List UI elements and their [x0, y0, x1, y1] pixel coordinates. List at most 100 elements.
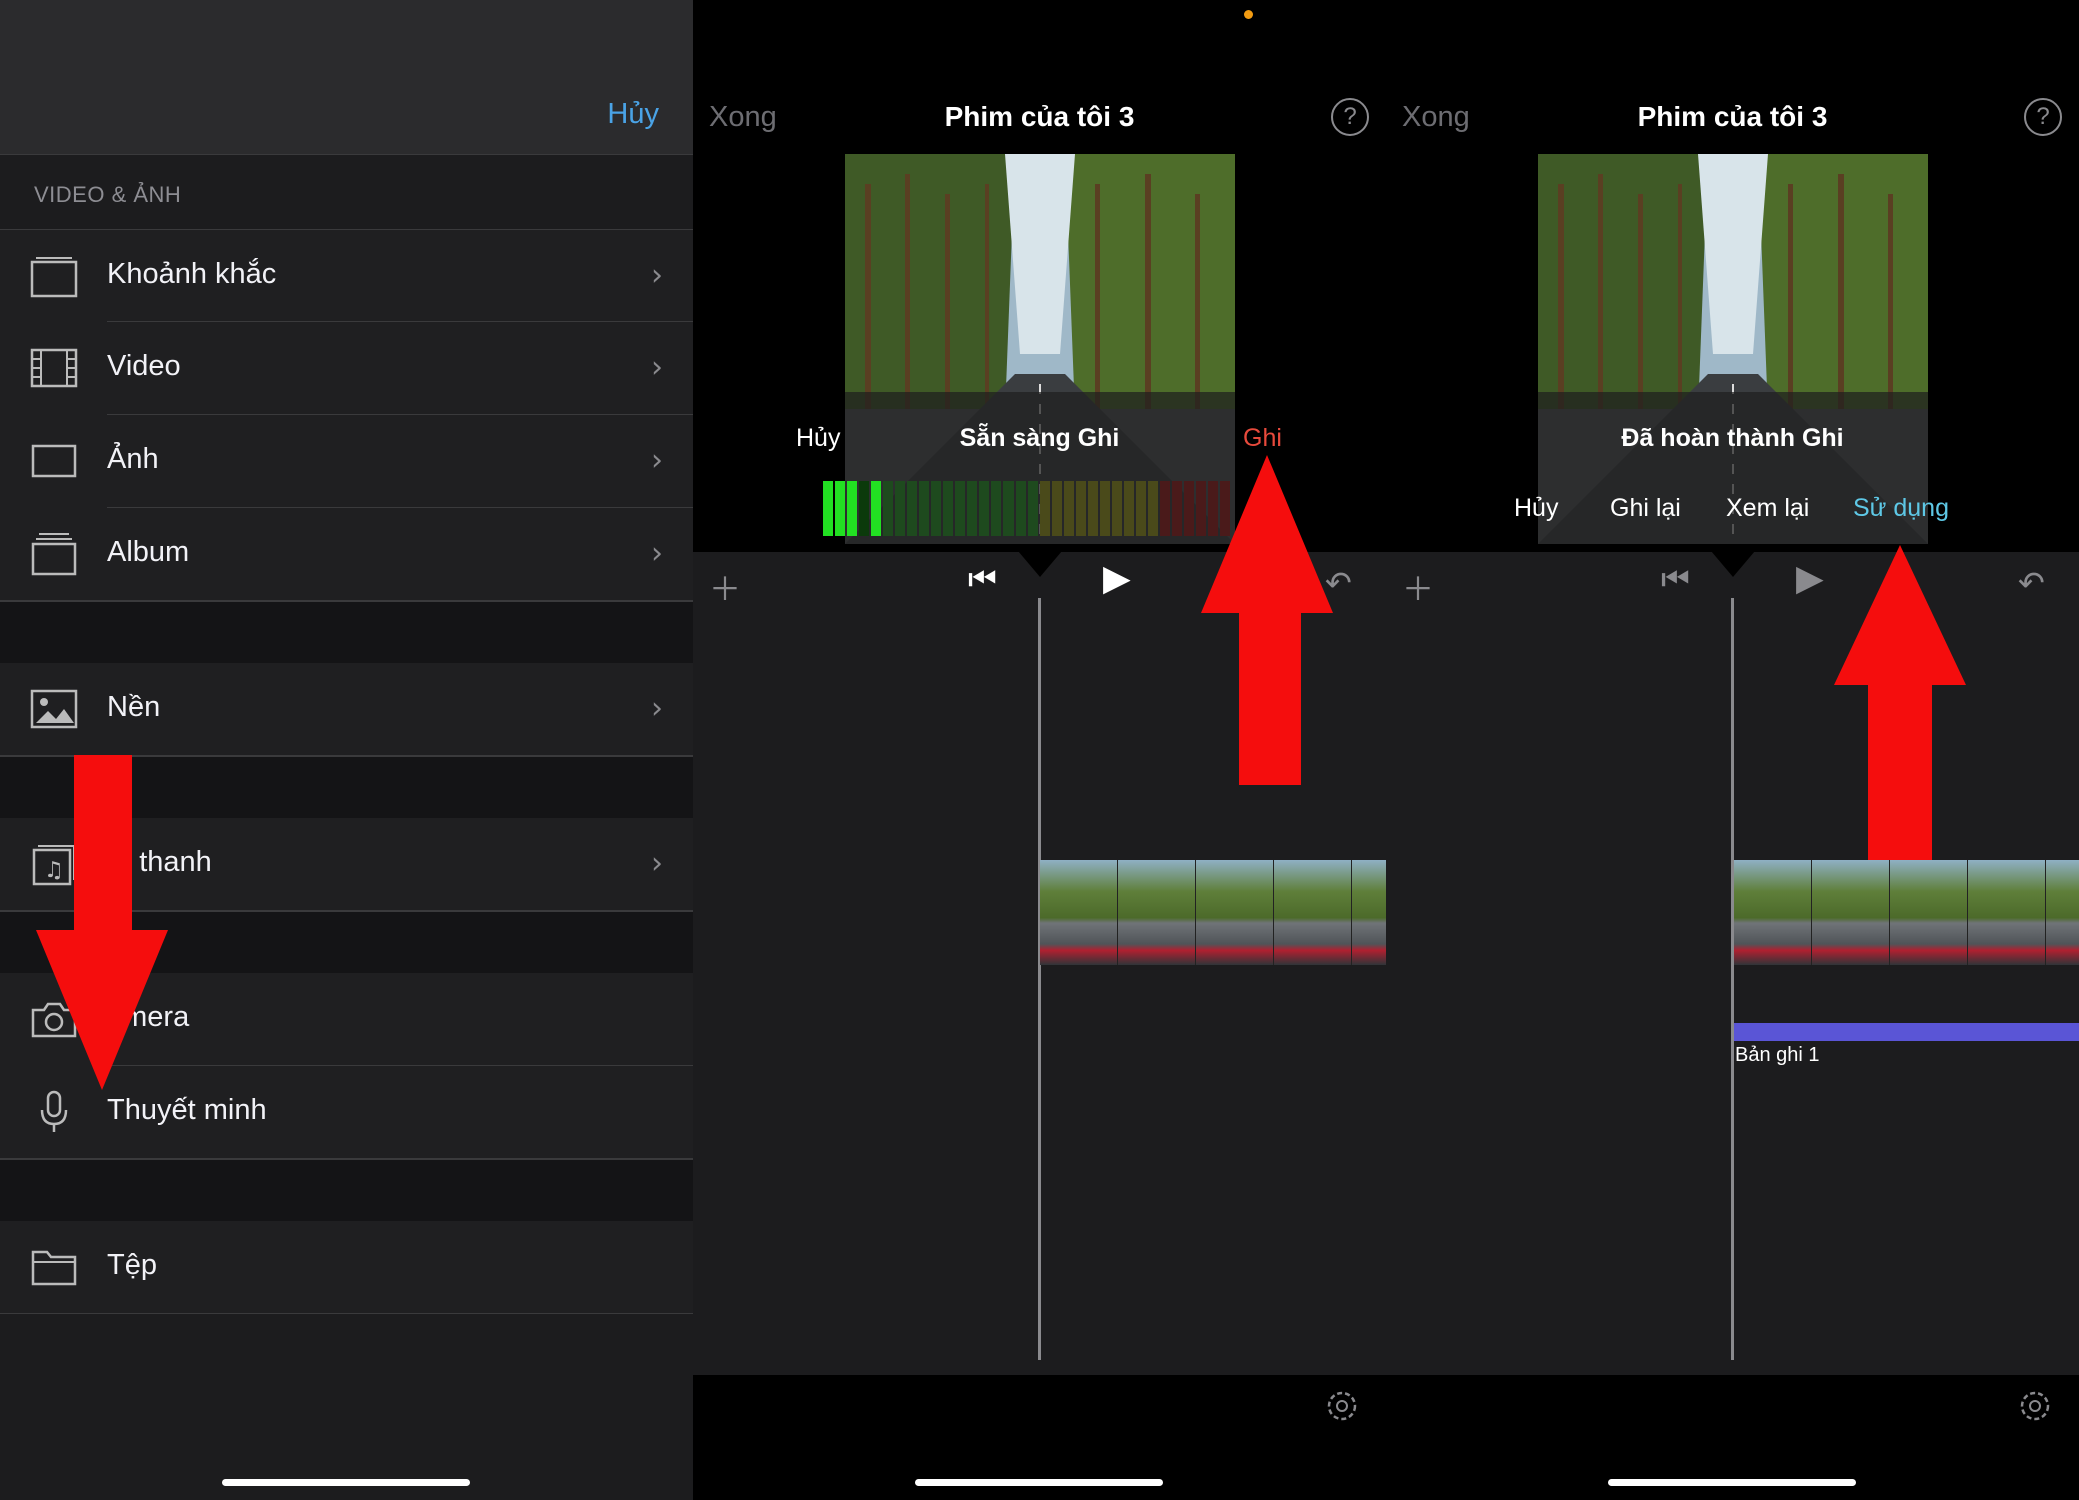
home-indicator — [915, 1479, 1163, 1486]
menu-item-moments[interactable]: Khoảnh khắc › — [0, 229, 693, 322]
clip-thumbnail — [1812, 860, 1890, 965]
menu-item-label: Ảnh — [107, 443, 159, 475]
menu-item-label: Tệp — [107, 1249, 157, 1281]
chevron-right-icon: › — [651, 350, 663, 385]
project-title: Phim của tôi 3 — [944, 101, 1135, 132]
project-title: Phim của tôi 3 — [1637, 101, 1828, 132]
meter-segment — [847, 481, 858, 536]
playhead-marker — [1018, 551, 1062, 577]
menu-item-label: Thuyết minh — [107, 1094, 267, 1126]
audio-clip-label: Bản ghi 1 — [1735, 1044, 1820, 1066]
menu-item-label: Nền — [107, 691, 161, 723]
settings-gear-icon[interactable] — [1322, 1386, 1362, 1426]
menu-item-album[interactable]: Album › — [0, 508, 693, 601]
voiceover-finished-screen: Xong Phim của tôi 3 ? Đã hoàn thành Ghi … — [1386, 0, 2079, 1500]
meter-segment — [1087, 481, 1098, 536]
video-clip[interactable] — [1040, 860, 1386, 965]
menu-item-label: Khoảnh khắc — [107, 258, 277, 290]
meter-segment — [1099, 481, 1110, 536]
background-image-icon — [30, 685, 78, 733]
home-indicator — [222, 1479, 470, 1486]
clip-thumbnail — [1196, 860, 1274, 965]
menu-item-label: Video — [107, 350, 181, 382]
clip-thumbnail — [1890, 860, 1968, 965]
section-header: VIDEO & ẢNH — [34, 182, 182, 207]
meter-segment — [871, 481, 882, 536]
play-icon[interactable]: ▶ — [1103, 558, 1131, 599]
up-arrow-annotation — [1201, 455, 1333, 785]
cancel-button[interactable]: Hủy — [607, 98, 659, 131]
meter-segment — [1183, 481, 1194, 536]
voiceover-audio-clip[interactable] — [1734, 1023, 2079, 1041]
add-media-icon[interactable]: ＋ — [1402, 564, 1434, 610]
cancel-button[interactable]: Hủy — [1514, 494, 1558, 523]
microphone-icon — [30, 1088, 78, 1136]
meter-segment — [991, 481, 1002, 536]
meter-segment — [943, 481, 954, 536]
meter-segment — [835, 481, 846, 536]
meter-segment — [931, 481, 942, 536]
meter-segment — [967, 481, 978, 536]
audio-level-meter — [823, 481, 1231, 536]
menu-item-photos[interactable]: Ảnh › — [0, 415, 693, 508]
skip-to-start-icon[interactable]: ⏮ — [1661, 560, 1690, 599]
review-button[interactable]: Xem lại — [1726, 494, 1809, 523]
clip-thumbnail — [1734, 860, 1812, 965]
menu-item-video[interactable]: Video › — [0, 322, 693, 415]
up-arrow-annotation — [1834, 545, 1966, 860]
meter-segment — [1039, 481, 1050, 536]
meter-segment — [1147, 481, 1158, 536]
video-preview — [1538, 154, 1928, 544]
menu-item-label: Album — [107, 536, 190, 568]
chevron-right-icon: › — [651, 536, 663, 571]
picker-header: Hủy — [0, 0, 693, 155]
meter-segment — [919, 481, 930, 536]
section-gap — [0, 1159, 693, 1221]
meter-segment — [907, 481, 918, 536]
video-clip[interactable] — [1734, 860, 2079, 965]
meter-segment — [1075, 481, 1086, 536]
cancel-button[interactable]: Hủy — [796, 424, 840, 453]
help-icon[interactable]: ? — [1331, 98, 1369, 136]
playhead-line[interactable] — [1038, 598, 1041, 1360]
meter-segment — [895, 481, 906, 536]
meter-segment — [1051, 481, 1062, 536]
meter-segment — [883, 481, 894, 536]
meter-segment — [1171, 481, 1182, 536]
playhead-marker — [1711, 551, 1755, 577]
add-media-icon[interactable]: ＋ — [709, 564, 741, 610]
play-icon[interactable]: ▶ — [1796, 558, 1824, 599]
skip-to-start-icon[interactable]: ⏮ — [968, 560, 997, 599]
menu-item-files[interactable]: Tệp — [0, 1221, 693, 1314]
album-icon — [30, 530, 78, 578]
chevron-right-icon: › — [651, 846, 663, 881]
clip-thumbnail — [1968, 860, 2046, 965]
clip-thumbnail — [1352, 860, 1386, 965]
meter-segment — [979, 481, 990, 536]
media-picker-screen: Hủy VIDEO & ẢNH Khoảnh khắc › Video › Ản… — [0, 0, 693, 1500]
clip-thumbnail — [2046, 860, 2079, 965]
photo-icon — [30, 437, 78, 485]
clip-thumbnail — [1118, 860, 1196, 965]
meter-segment — [955, 481, 966, 536]
undo-icon[interactable]: ↶ — [2018, 564, 2045, 602]
voiceover-ready-screen: Xong Phim của tôi 3 ? Sẵn sàng Ghi Hủy G… — [693, 0, 1386, 1500]
meter-segment — [1135, 481, 1146, 536]
chevron-right-icon: › — [651, 443, 663, 478]
moments-icon — [30, 252, 78, 300]
folder-icon — [30, 1243, 78, 1291]
menu-item-background[interactable]: Nền › — [0, 663, 693, 756]
home-indicator — [1608, 1479, 1856, 1486]
chevron-right-icon: › — [651, 691, 663, 726]
meter-segment — [823, 481, 834, 536]
clip-thumbnail — [1274, 860, 1352, 965]
playhead-line[interactable] — [1731, 598, 1734, 1360]
record-button[interactable]: Ghi — [1243, 424, 1282, 453]
settings-gear-icon[interactable] — [2015, 1386, 2055, 1426]
meter-segment — [1015, 481, 1026, 536]
film-icon — [30, 344, 78, 392]
retake-button[interactable]: Ghi lại — [1610, 494, 1681, 523]
use-button[interactable]: Sử dụng — [1853, 494, 1949, 523]
meter-segment — [1159, 481, 1170, 536]
help-icon[interactable]: ? — [2024, 98, 2062, 136]
